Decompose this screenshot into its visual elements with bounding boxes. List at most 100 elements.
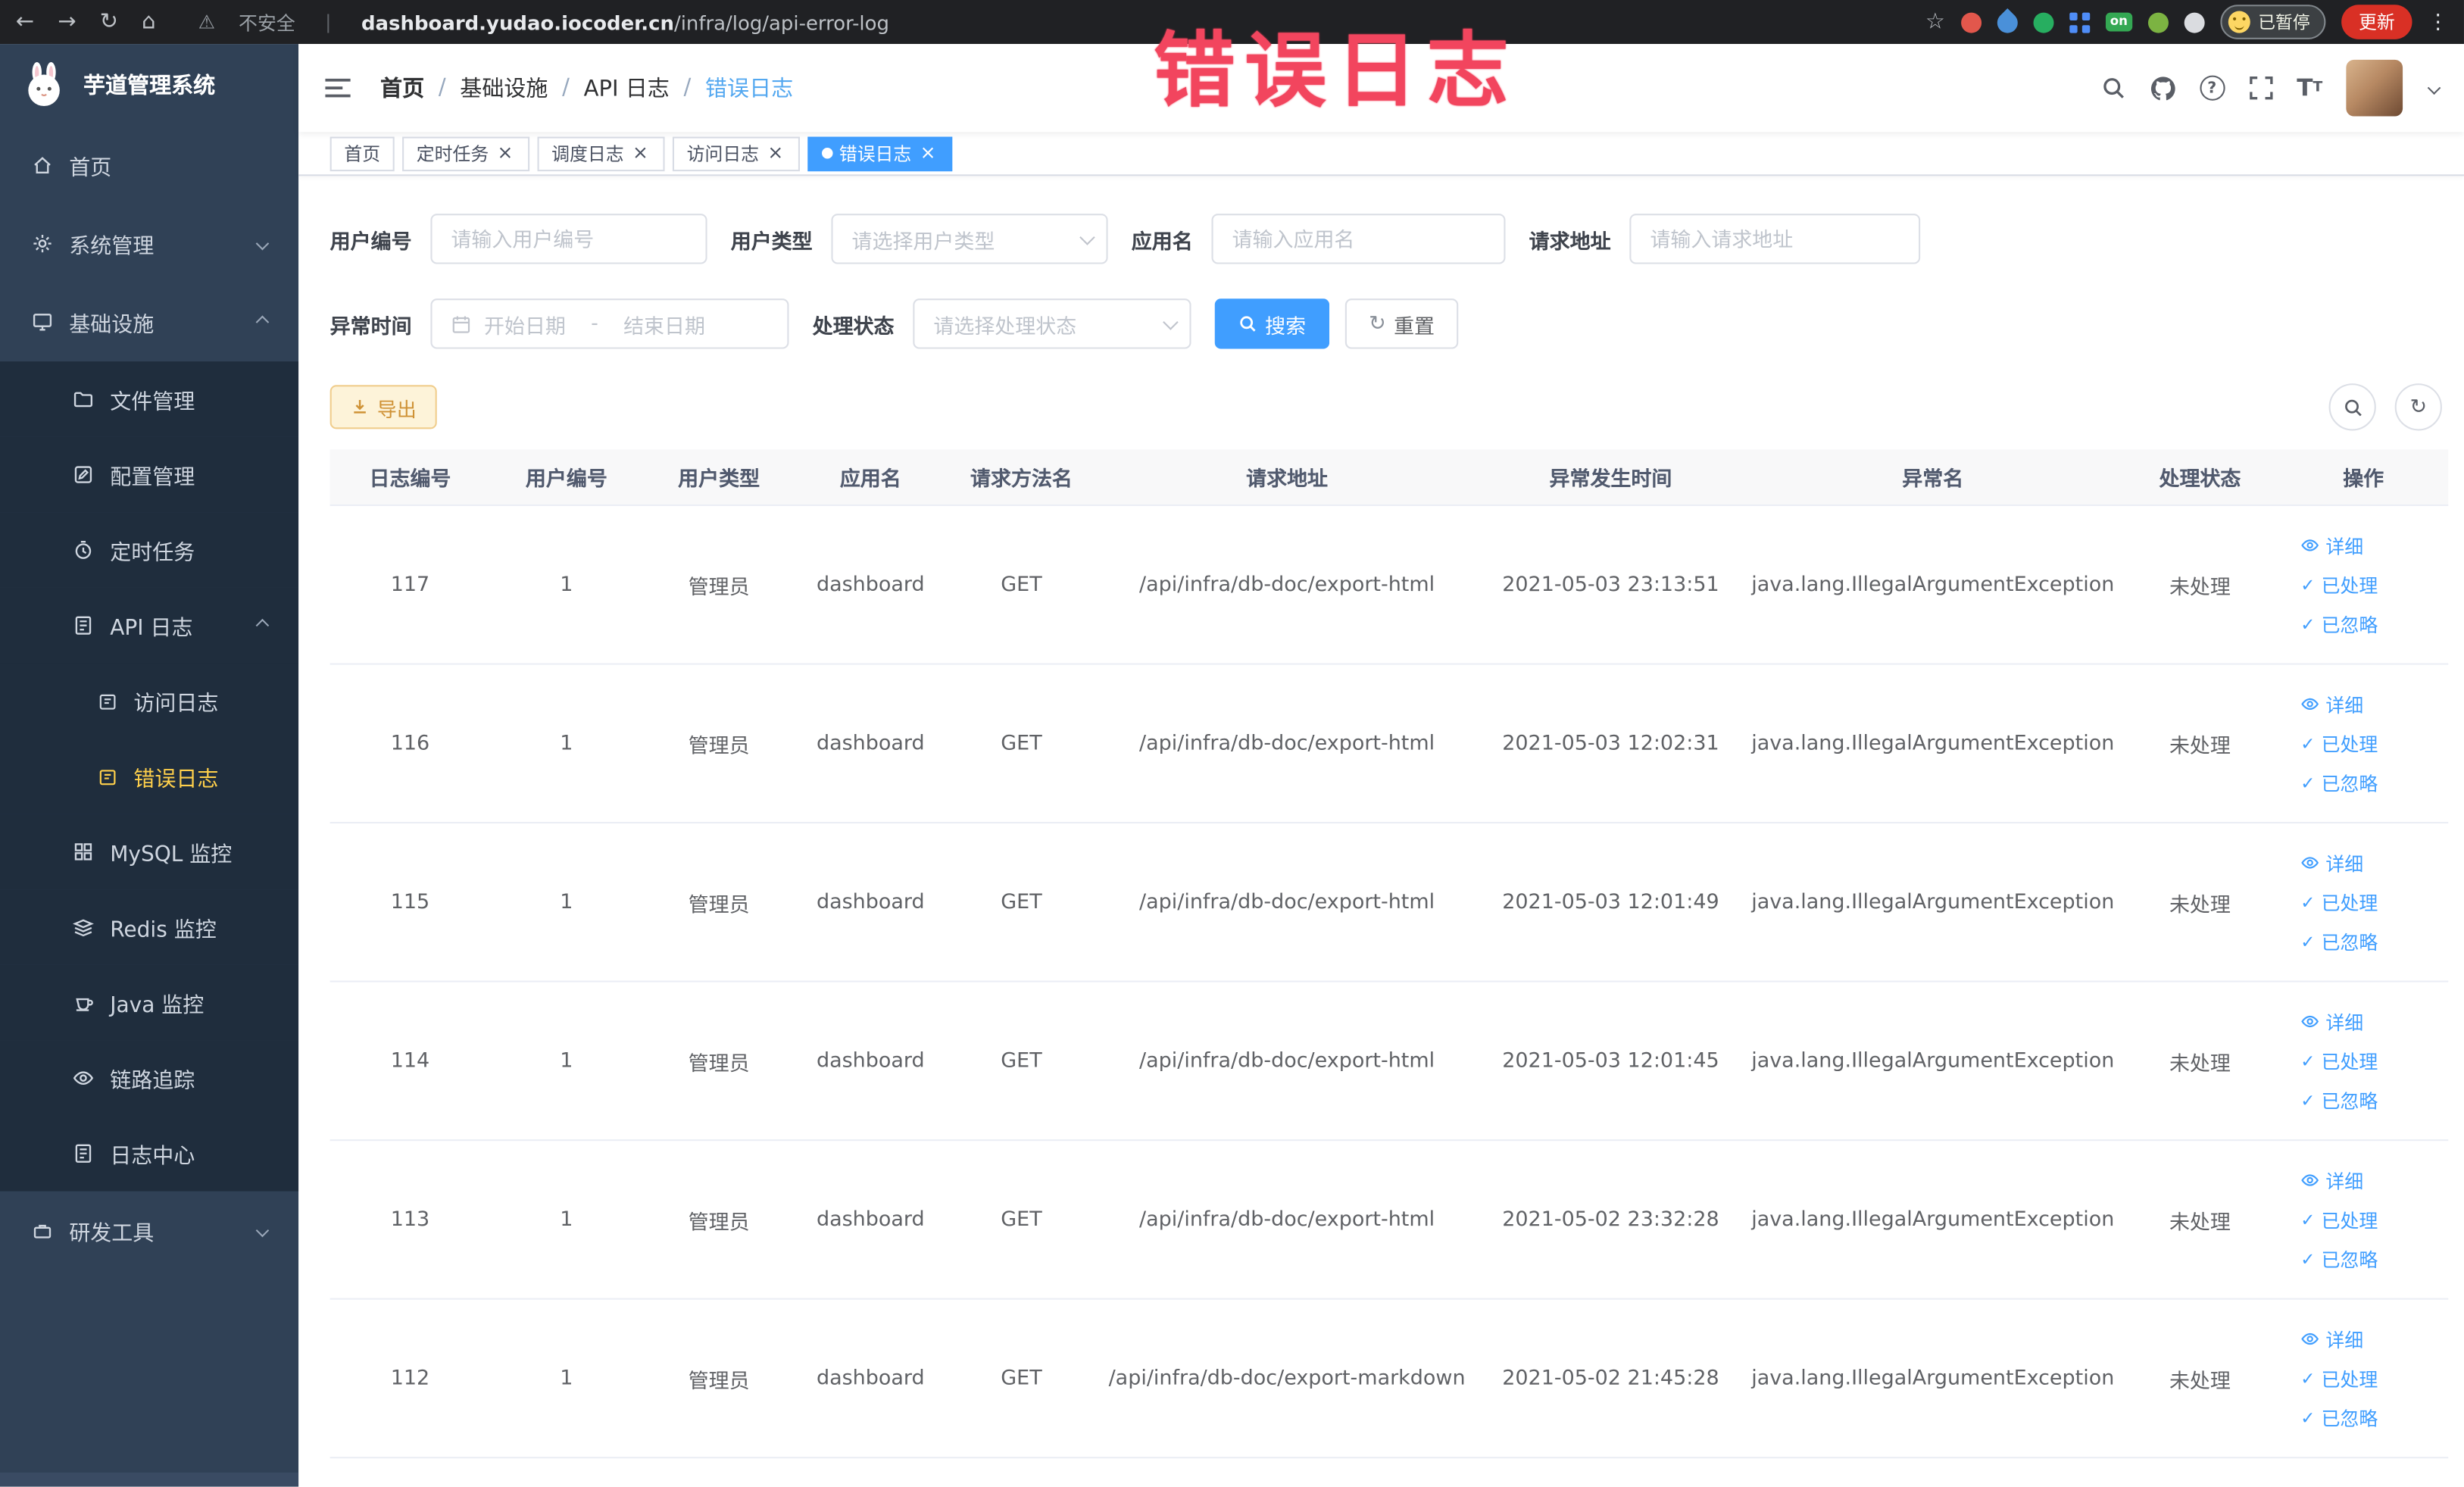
breadcrumb-infrastructure[interactable]: 基础设施 [460,72,548,103]
tab-schedule-log[interactable]: 调度日志 × [537,136,665,171]
mark-ignored-link[interactable]: ✓ 已忽略 [2300,1245,2378,1272]
github-icon[interactable] [2149,75,2175,102]
sidebar-item-config-management[interactable]: 配置管理 [0,436,299,513]
refresh-icon: ↻ [1369,311,1386,335]
sidebar-item-system[interactable]: 系统管理 [0,205,298,283]
cell-user-type: 管理员 [688,1370,750,1394]
tab-scheduled-tasks[interactable]: 定时任务 × [402,136,530,171]
insecure-warning-icon[interactable]: ⚠ [198,11,215,33]
exception-time-label: 异常时间 [329,314,412,339]
sidebar-item-error-log[interactable]: 错误日志 [0,739,299,814]
home-icon[interactable]: ⌂ [142,11,155,33]
breadcrumb-home[interactable]: 首页 [380,72,424,103]
date-range-picker[interactable]: 开始日期 - 结束日期 [430,298,789,349]
bookmark-star-icon[interactable]: ☆ [1925,11,1945,33]
close-icon[interactable]: × [918,143,938,164]
address-bar[interactable]: dashboard.yudao.iocoder.cn/infra/log/api… [361,10,889,33]
mark-ignored-link[interactable]: ✓ 已忽略 [2300,1404,2378,1431]
sidebar-item-link-tracing[interactable]: 链路追踪 [0,1040,299,1116]
mark-processed-link[interactable]: ✓ 已处理 [2300,1048,2378,1074]
detail-link[interactable]: 详细 [2300,532,2363,558]
mark-processed-link[interactable]: ✓ 已处理 [2300,571,2378,598]
app-name-input[interactable] [1211,214,1506,264]
refresh-table-button[interactable]: ↻ [2394,383,2442,431]
process-status-select[interactable]: 请选择处理状态 [913,298,1191,349]
sidebar-item-scheduled-tasks[interactable]: 定时任务 [0,512,299,588]
toggle-search-button[interactable] [2328,383,2376,431]
start-date-placeholder[interactable]: 开始日期 [484,309,566,339]
security-label[interactable]: 不安全 [239,8,295,35]
search-icon[interactable] [2100,76,2125,101]
sidebar-item-api-log[interactable]: API 日志 [0,587,299,664]
chevron-down-icon [1079,229,1095,245]
extension-icon-drop[interactable] [1992,7,2022,37]
extension-icon-grid[interactable] [2069,11,2090,33]
sidebar-item-file-management[interactable]: 文件管理 [0,361,299,437]
forward-icon[interactable]: → [58,11,76,33]
search-button[interactable]: 搜索 [1214,298,1330,349]
close-icon[interactable]: × [630,143,651,164]
extension-icon-on-badge[interactable]: on [2105,12,2133,32]
sidebar-item-redis-monitor[interactable]: Redis 监控 [0,889,299,965]
detail-link[interactable]: 详细 [2300,691,2363,717]
col-status: 处理状态 [2159,468,2241,492]
font-size-icon[interactable]: TT [2297,74,2322,102]
extension-icon-leaf[interactable] [2147,11,2169,33]
sidebar-item-home[interactable]: 首页 [0,126,298,205]
user-avatar[interactable] [2346,59,2403,117]
sidebar-item-dev-tools[interactable]: 研发工具 [0,1192,298,1270]
fullscreen-icon[interactable] [2248,76,2273,101]
refresh-icon[interactable]: ↻ [100,11,118,33]
navbar-actions: ? TT [2100,59,2441,117]
chrome-update-button[interactable]: 更新 [2341,5,2412,39]
mark-processed-link[interactable]: ✓ 已处理 [2300,889,2378,915]
mark-processed-link[interactable]: ✓ 已处理 [2300,1365,2378,1392]
end-date-placeholder[interactable]: 结束日期 [623,309,705,339]
close-icon[interactable]: × [495,143,515,164]
select-placeholder: 请选择用户类型 [851,230,995,255]
chrome-menu-icon[interactable]: ⋮ [2428,10,2448,33]
export-button[interactable]: 导出 [329,385,437,430]
back-icon[interactable]: ← [16,11,34,33]
cell-user-type: 管理员 [688,576,750,600]
tab-error-log[interactable]: 错误日志 × [807,136,953,171]
close-icon[interactable]: × [765,143,785,164]
avatar-dropdown-icon[interactable] [2427,81,2441,95]
sidebar-toggle-icon[interactable] [323,76,351,101]
mark-processed-link[interactable]: ✓ 已处理 [2300,1206,2378,1232]
extension-icon-green[interactable] [2033,11,2054,33]
app-logo[interactable]: 芋道管理系统 [0,44,298,126]
detail-link[interactable]: 详细 [2300,849,2363,876]
profile-paused-badge[interactable]: 已暂停 [2220,5,2326,39]
extension-icon-puzzle[interactable] [2184,11,2205,33]
mark-ignored-link[interactable]: ✓ 已忽略 [2300,1087,2378,1114]
reset-button[interactable]: ↻ 重置 [1344,298,1459,349]
gear-icon [33,234,52,253]
mark-ignored-link[interactable]: ✓ 已忽略 [2300,928,2378,954]
breadcrumb-current: 错误日志 [705,77,794,102]
sidebar-item-access-log[interactable]: 访问日志 [0,663,299,739]
col-actions: 操作 [2343,468,2384,492]
cell-app-name: dashboard [816,1048,925,1073]
breadcrumb-api-log[interactable]: API 日志 [584,72,670,103]
sidebar-item-label: 配置管理 [110,465,195,491]
cell-status: 未处理 [2169,1051,2231,1076]
tab-access-log[interactable]: 访问日志 × [672,136,800,171]
extension-icon-red[interactable] [1960,11,1982,33]
detail-link[interactable]: 详细 [2300,1167,2363,1193]
rabbit-logo-icon [28,61,60,107]
request-url-input[interactable] [1629,214,1921,264]
sidebar-item-java-monitor[interactable]: Java 监控 [0,964,299,1041]
sidebar-item-mysql-monitor[interactable]: MySQL 监控 [0,814,299,890]
user-id-input[interactable] [430,214,707,264]
mark-ignored-link[interactable]: ✓ 已忽略 [2300,770,2378,796]
help-icon[interactable]: ? [2199,75,2225,101]
sidebar-item-infrastructure[interactable]: 基础设施 [0,283,298,361]
mark-processed-link[interactable]: ✓ 已处理 [2300,730,2378,757]
tab-home[interactable]: 首页 [329,136,395,171]
detail-link[interactable]: 详细 [2300,1326,2363,1352]
detail-link[interactable]: 详细 [2300,1008,2363,1035]
sidebar-item-log-center[interactable]: 日志中心 [0,1115,299,1192]
user-type-select[interactable]: 请选择用户类型 [831,214,1108,264]
mark-ignored-link[interactable]: ✓ 已忽略 [2300,611,2378,637]
